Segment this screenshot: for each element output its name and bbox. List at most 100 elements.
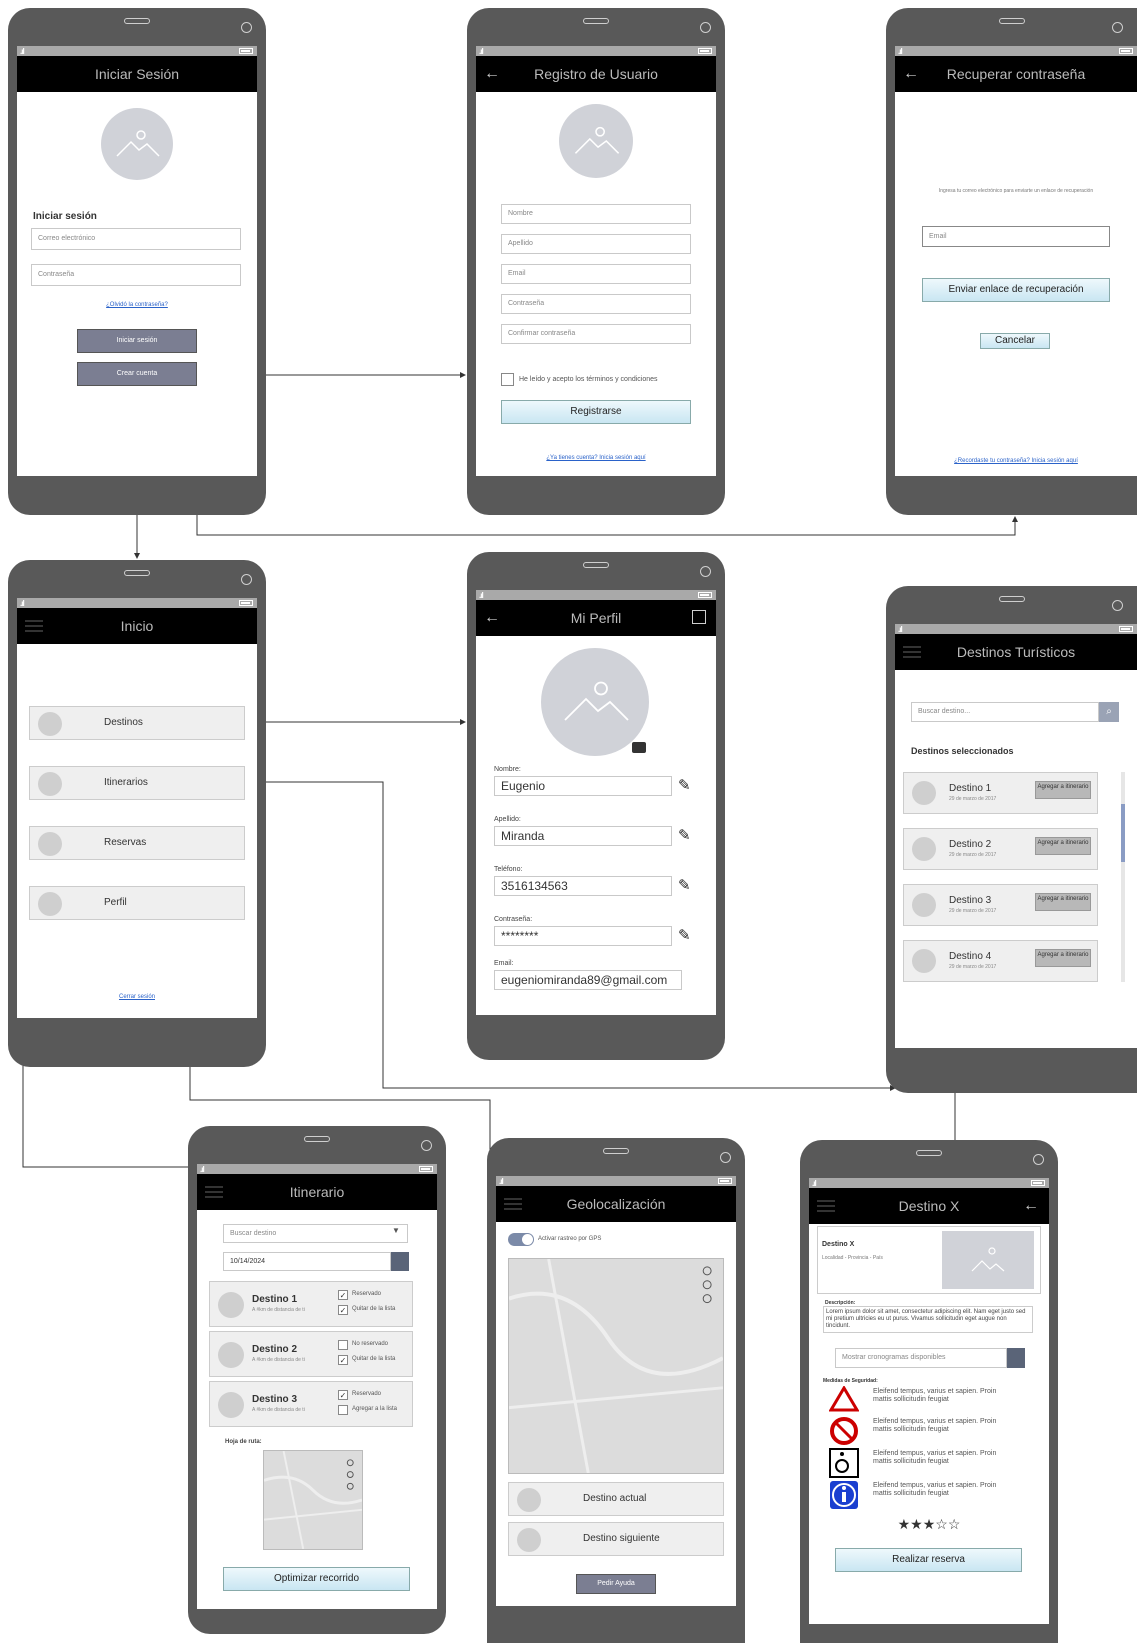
search-input[interactable]: Buscar destino... <box>911 702 1099 722</box>
hamburger-menu-icon[interactable] <box>205 1186 223 1198</box>
list-item[interactable]: Destino 3 29 de marzo de 2017 Agregar a it… <box>903 884 1098 926</box>
gps-toggle[interactable] <box>508 1233 534 1246</box>
appbar: Inicio <box>17 608 257 644</box>
warning-triangle-icon <box>829 1386 859 1412</box>
email-field[interactable]: Correo electrónico <box>31 228 241 250</box>
date-field[interactable]: 10/14/2024 <box>223 1252 391 1271</box>
list-item[interactable]: Destino 2 29 de marzo de 2017 Agregar a it… <box>903 828 1098 870</box>
add-to-itinerary-button[interactable]: Agregar a itinerario <box>1035 781 1091 799</box>
send-link-button[interactable]: Enviar enlace de recuperación <box>922 278 1110 302</box>
hamburger-menu-icon[interactable] <box>903 646 921 658</box>
signal-icon: .ıl <box>898 625 903 634</box>
search-select[interactable]: Buscar destino <box>223 1224 408 1243</box>
scrollbar[interactable] <box>1121 772 1125 982</box>
search-icon[interactable]: ⌕ <box>1099 702 1119 722</box>
name-field[interactable]: Nombre <box>501 204 691 224</box>
appbar: Geolocalización <box>496 1186 736 1222</box>
image-icon <box>218 1392 244 1418</box>
safety-accessibility: Eleifend tempus, varius et sapien. Proin… <box>825 1448 1015 1478</box>
battery-icon <box>698 48 712 54</box>
list-item[interactable]: Destino 1A #km de distancia de ti ✓ Reser… <box>209 1281 413 1327</box>
schedule-select[interactable]: Mostrar cronogramas disponibles <box>835 1348 1007 1368</box>
avatar <box>101 108 173 180</box>
login-button[interactable]: Iniciar sesión <box>77 329 197 353</box>
save-icon[interactable] <box>692 610 706 624</box>
section-title: Destinos seleccionados <box>911 746 1014 756</box>
cancel-button[interactable]: Cancelar <box>980 333 1050 349</box>
list-item[interactable]: Destino 4 29 de marzo de 2017 Agregar a it… <box>903 940 1098 982</box>
email-field[interactable]: Email <box>922 226 1110 247</box>
register-button[interactable]: Registrarse <box>501 400 691 424</box>
appbar: Iniciar Sesión <box>17 56 257 92</box>
create-account-button[interactable]: Crear cuenta <box>77 362 197 386</box>
confirm-password-field[interactable]: Confirmar contraseña <box>501 324 691 344</box>
list-checkbox[interactable]: ✓ <box>338 1355 348 1365</box>
map-view[interactable] <box>508 1258 724 1474</box>
password-field[interactable]: ******** <box>494 926 672 946</box>
camera-icon[interactable] <box>632 742 646 753</box>
menu-item-perfil[interactable]: Perfil <box>29 886 245 920</box>
password-field[interactable]: Contraseña <box>31 264 241 286</box>
hamburger-menu-icon[interactable] <box>25 620 43 632</box>
phone-profile: .ıl ← Mi Perfil Nombre: Eugenio ✎ Apellid… <box>467 552 725 1060</box>
list-item[interactable]: Destino 3A #km de distancia de ti ✓ Reser… <box>209 1381 413 1427</box>
forgot-password-link[interactable]: ¿Olvidó la contraseña? <box>17 302 257 308</box>
login-link[interactable]: ¿Ya tienes cuenta? Inicia sesión aquí <box>476 455 716 461</box>
speaker <box>998 18 1025 24</box>
hamburger-menu-icon[interactable] <box>504 1198 522 1210</box>
next-destination[interactable]: Destino siguiente <box>508 1522 724 1556</box>
list-checkbox[interactable]: ✓ <box>338 1305 348 1315</box>
edit-pencil-icon[interactable]: ✎ <box>678 876 691 894</box>
list-item[interactable]: Destino 2A #km de distancia de ti No res… <box>209 1331 413 1377</box>
reserved-checkbox[interactable]: ✓ <box>338 1290 348 1300</box>
lastname-field[interactable]: Apellido <box>501 234 691 254</box>
speaker <box>603 1148 629 1154</box>
menu-item-destinos[interactable]: Destinos <box>29 706 245 740</box>
hamburger-menu-icon[interactable] <box>817 1200 835 1212</box>
edit-pencil-icon[interactable]: ✎ <box>678 826 691 844</box>
menu-item-itinerarios[interactable]: Itinerarios <box>29 766 245 800</box>
avatar <box>559 104 633 178</box>
reserved-checkbox[interactable]: ✓ <box>338 1390 348 1400</box>
add-to-itinerary-button[interactable]: Agregar a itinerario <box>1035 837 1091 855</box>
appbar: ← Mi Perfil <box>476 600 716 636</box>
email-field[interactable]: eugeniomiranda89@gmail.com <box>494 970 682 990</box>
star-rating[interactable]: ★★★☆☆ <box>809 1516 1049 1533</box>
name-field[interactable]: Eugenio <box>494 776 672 796</box>
edit-pencil-icon[interactable]: ✎ <box>678 926 691 944</box>
email-field[interactable]: Email <box>501 264 691 284</box>
reserve-button[interactable]: Realizar reserva <box>835 1548 1022 1572</box>
back-arrow-icon[interactable]: ← <box>1023 1188 1039 1224</box>
current-destination[interactable]: Destino actual <box>508 1482 724 1516</box>
calendar-icon[interactable] <box>1007 1348 1025 1368</box>
optimize-route-button[interactable]: Optimizar recorrido <box>223 1567 410 1591</box>
list-item[interactable]: Destino 1 29 de marzo de 2017 Agregar a it… <box>903 772 1098 814</box>
help-button[interactable]: Pedir Ayuda <box>576 1574 656 1594</box>
phone-field[interactable]: 3516134563 <box>494 876 672 896</box>
login-link[interactable]: ¿Recordaste tu contraseña? Inicia sesión… <box>895 458 1137 464</box>
route-map[interactable] <box>263 1450 363 1550</box>
camera-icon <box>700 566 711 577</box>
logout-link[interactable]: Cerrar sesión <box>17 994 257 1000</box>
menu-item-reservas[interactable]: Reservas <box>29 826 245 860</box>
password-field[interactable]: Contraseña <box>501 294 691 314</box>
chevron-down-icon[interactable]: ▼ <box>392 1226 400 1235</box>
terms-label: He leído y acepto los términos y condici… <box>519 376 658 383</box>
terms-checkbox[interactable] <box>501 373 514 386</box>
reserved-checkbox[interactable] <box>338 1340 348 1350</box>
image-icon <box>517 1488 541 1512</box>
list-checkbox[interactable] <box>338 1405 348 1415</box>
appbar: ← Registro de Usuario <box>476 56 716 92</box>
add-to-itinerary-button[interactable]: Agregar a itinerario <box>1035 893 1091 911</box>
back-arrow-icon[interactable]: ← <box>484 56 500 92</box>
lastname-field[interactable]: Miranda <box>494 826 672 846</box>
add-to-itinerary-button[interactable]: Agregar a itinerario <box>1035 949 1091 967</box>
safety-label: Medidas de Seguridad: <box>823 1378 878 1384</box>
calendar-icon[interactable] <box>391 1252 409 1271</box>
safety-warning: Eleifend tempus, varius et sapien. Proin… <box>825 1386 1015 1416</box>
page-title: Destino X <box>898 1198 960 1214</box>
image-icon <box>38 892 62 916</box>
back-arrow-icon[interactable]: ← <box>484 600 500 636</box>
edit-pencil-icon[interactable]: ✎ <box>678 776 691 794</box>
back-arrow-icon[interactable]: ← <box>903 56 919 92</box>
